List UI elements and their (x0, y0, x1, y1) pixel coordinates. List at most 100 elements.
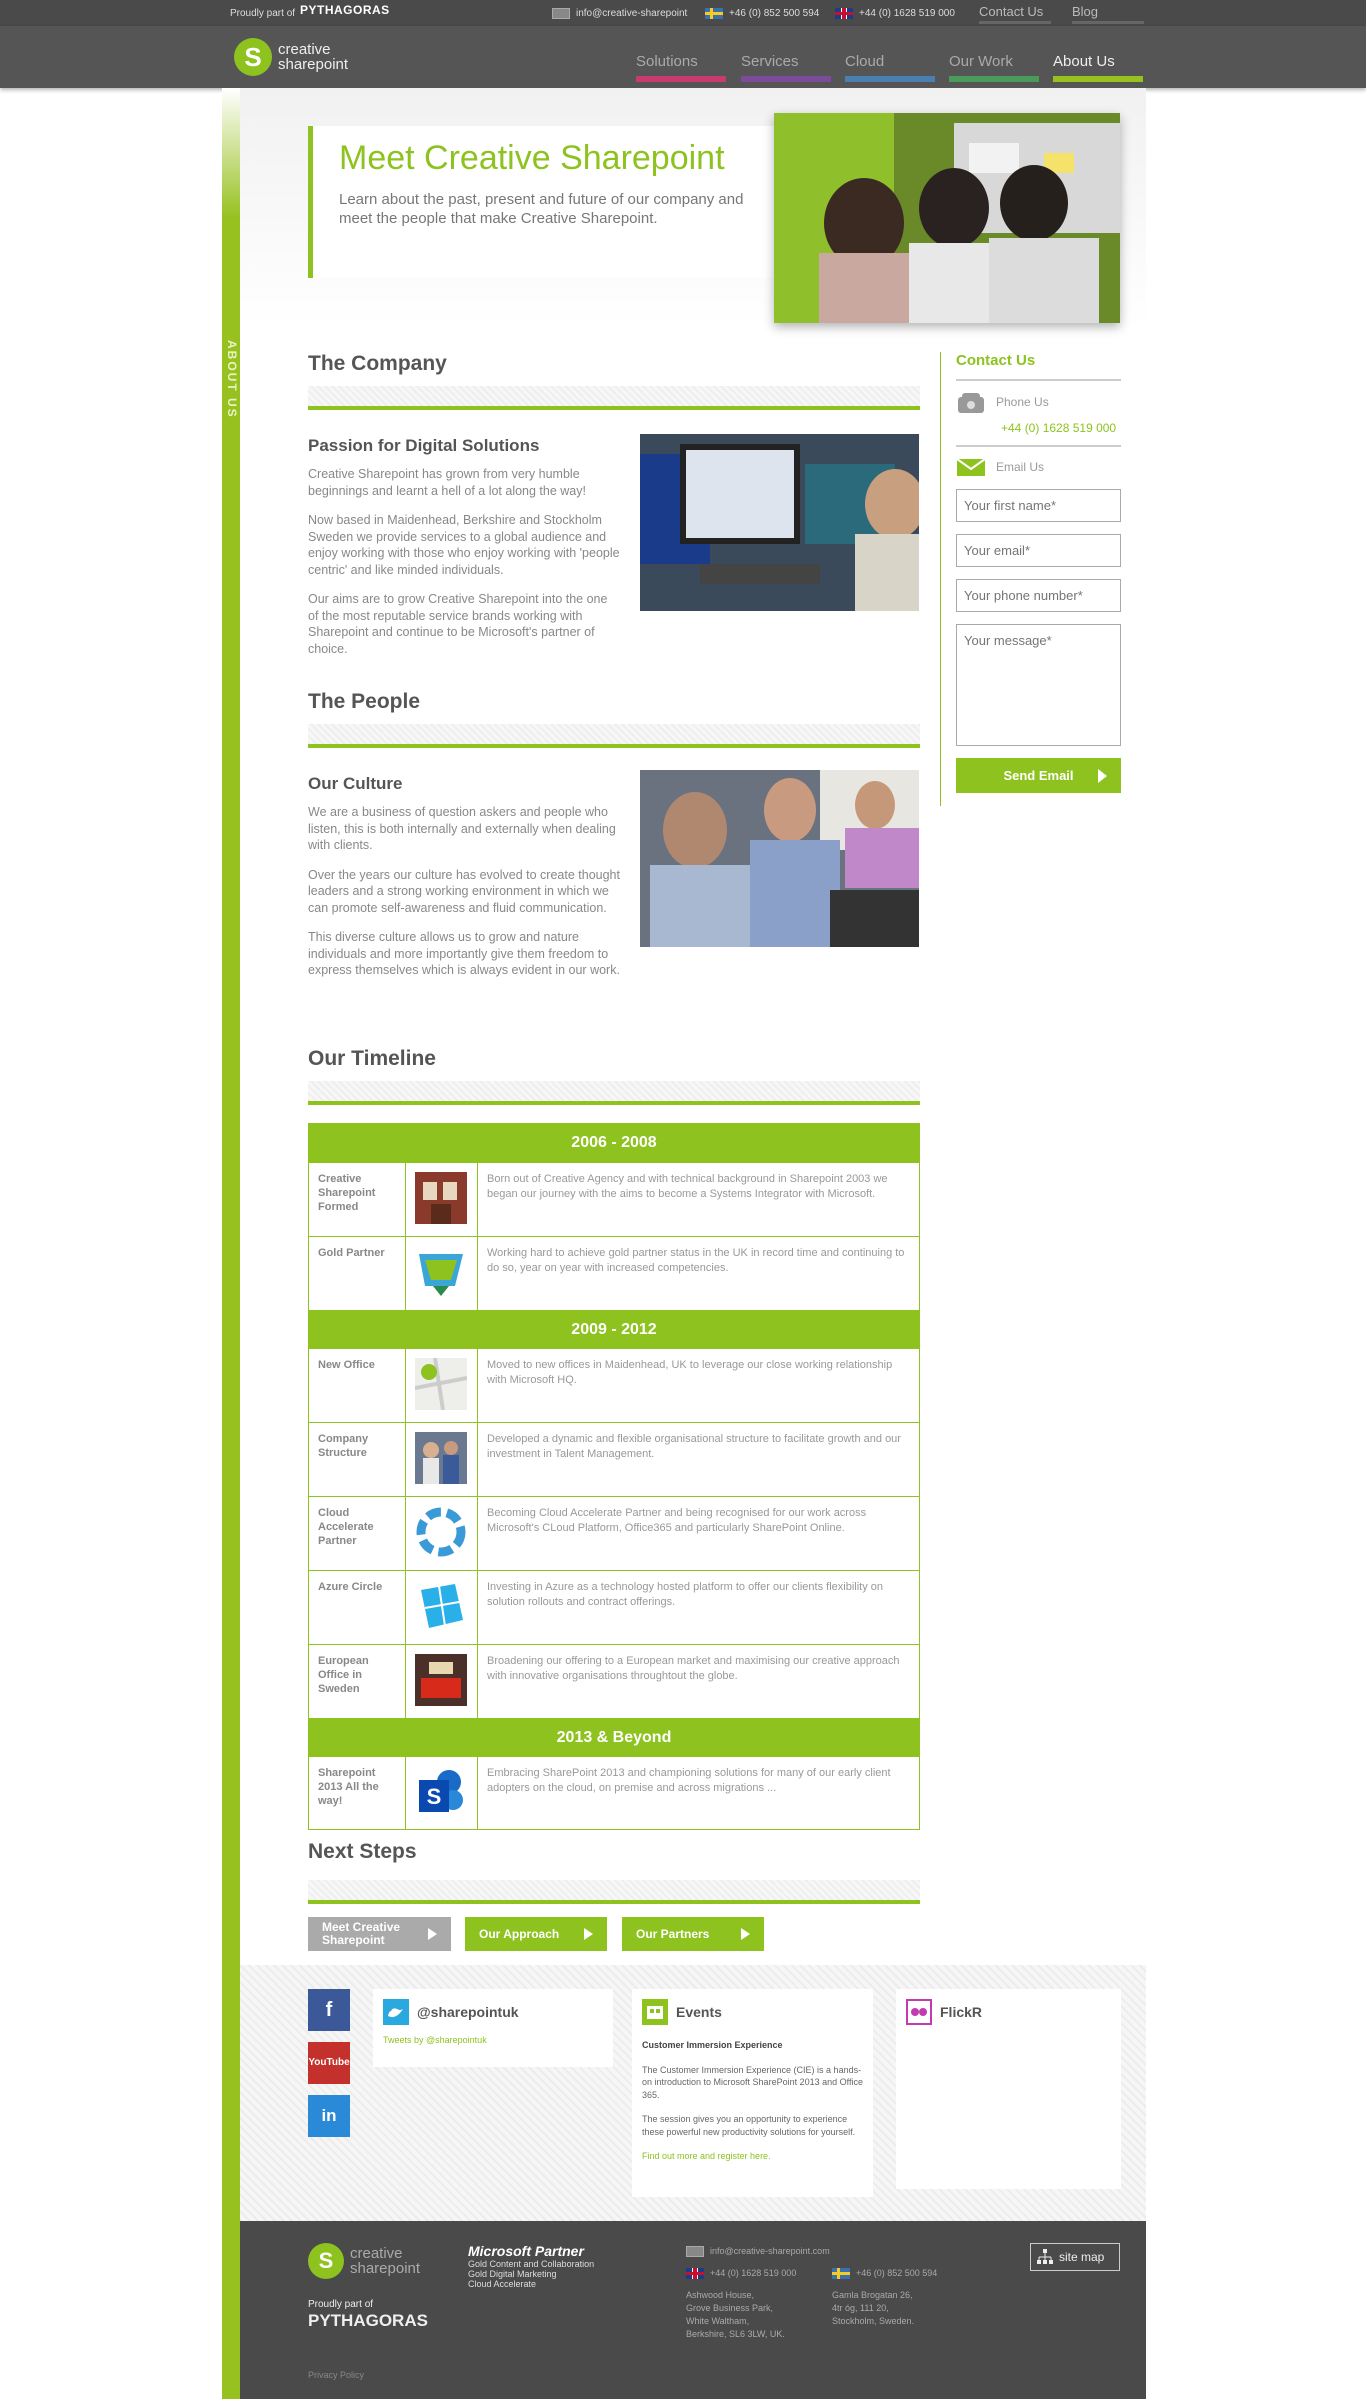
email-row: Email Us (956, 457, 1121, 477)
hero-box: Meet Creative Sharepoint Learn about the… (308, 126, 774, 278)
footer-logo-text: creative sharepoint (350, 2246, 420, 2276)
company-para: Now based in Maidenhead, Berkshire and S… (308, 513, 620, 577)
timeline-rule (308, 1081, 920, 1105)
privacy-policy-link[interactable]: Privacy Policy (308, 2369, 364, 2382)
twitter-handle: @sharepointuk (417, 2004, 519, 2020)
company-para: Creative Sharepoint has grown from very … (308, 467, 586, 498)
footer-pythagoras-logo[interactable]: PYTHAGORAS (308, 2311, 428, 2331)
ms-competency: Cloud Accelerate (468, 2279, 537, 2289)
company-office-photo (640, 434, 919, 611)
nav-solutions[interactable]: Solutions (636, 53, 726, 82)
logo-text: creative sharepoint (278, 42, 348, 72)
timeline-row-label: New Office (309, 1349, 406, 1422)
timeline-row-desc: Working hard to achieve gold partner sta… (487, 1247, 905, 1274)
flickr-title: FlickR (940, 2004, 983, 2020)
gold-partner-icon (415, 1246, 467, 1298)
nav-services[interactable]: Services (741, 53, 831, 82)
hero-photo-illustration (774, 113, 1120, 323)
timeline-row-label: Company Structure (309, 1423, 406, 1496)
footer-phone-se[interactable]: +46 (0) 852 500 594 (832, 2267, 937, 2280)
message-field[interactable] (956, 624, 1121, 746)
sweden-flag-icon (832, 2268, 850, 2279)
meet-creative-sharepoint-button[interactable]: Meet Creative Sharepoint (308, 1917, 451, 1951)
flickr-card-title: FlickR (906, 1999, 1111, 2025)
event-name: Customer Immersion Experience (642, 2040, 783, 2050)
linkedin-icon[interactable]: in (308, 2095, 350, 2137)
email-label: Email Us (996, 460, 1045, 474)
arrow-right-icon (428, 1928, 437, 1940)
timeline-table: 2006 - 2008 Creative Sharepoint Formed B… (308, 1123, 920, 1830)
calendar-icon (642, 1999, 668, 2025)
cloud-accelerate-icon (415, 1506, 467, 1558)
address-line: 4tr óg, 111 20, (832, 2303, 889, 2313)
timeline-row: European Office in Sweden Broadening our… (309, 1644, 919, 1718)
events-title: Events (676, 2003, 722, 2020)
top-phone-se[interactable]: +46 (0) 852 500 594 (705, 8, 819, 19)
timeline-period: 2006 - 2008 (309, 1124, 919, 1162)
microsoft-partner-logo: Microsoft Partner (468, 2243, 584, 2259)
footer-phone-se-text: +46 (0) 852 500 594 (856, 2268, 938, 2278)
top-bar: Proudly part of PYTHAGORAS info@creative… (0, 0, 1366, 26)
timeline-row-desc: Broadening our offering to a European ma… (487, 1655, 900, 1682)
email-field[interactable] (956, 534, 1121, 567)
timeline-period: 2013 & Beyond (309, 1718, 919, 1756)
timeline-row-desc: Embracing SharePoint 2013 and championin… (487, 1767, 891, 1794)
contact-us-link[interactable]: Contact Us (979, 4, 1051, 24)
timeline-row: Cloud Accelerate Partner Becoming Cloud … (309, 1496, 919, 1570)
timeline-row-label: European Office in Sweden (309, 1645, 406, 1718)
youtube-icon[interactable]: YouTube (308, 2042, 350, 2084)
first-name-field[interactable] (956, 489, 1121, 522)
send-email-button[interactable]: Send Email (956, 758, 1121, 793)
contact-sidebar: Contact Us Phone Us +44 (0) 1628 519 000… (940, 352, 1121, 806)
event-register-link[interactable]: Find out more and register here. (642, 2150, 863, 2163)
people-para: Over the years our culture has evolved t… (308, 867, 620, 915)
pythagoras-logo[interactable]: PYTHAGORAS (300, 3, 390, 17)
people-team-photo (640, 770, 919, 947)
logo-s-icon: S (308, 2243, 344, 2279)
nav-about-us[interactable]: About Us (1053, 53, 1143, 82)
timeline-row: Sharepoint 2013 All the way! S Embracing… (309, 1756, 919, 1829)
address-line: Grove Business Park, (686, 2303, 774, 2313)
top-email[interactable]: info@creative-sharepoint (552, 8, 687, 19)
phone-field[interactable] (956, 579, 1121, 612)
logo-line2: sharepoint (278, 56, 349, 73)
tweets-by-link[interactable]: Tweets by @sharepointuk (383, 2035, 603, 2045)
people-title: The People (308, 690, 421, 713)
sharepoint-icon: S (415, 1766, 467, 1818)
footer-email[interactable]: info@creative-sharepoint.com (686, 2245, 830, 2258)
facebook-icon[interactable]: f (308, 1989, 350, 2031)
nav-cloud[interactable]: Cloud (845, 53, 935, 82)
our-partners-button[interactable]: Our Partners (622, 1917, 764, 1951)
footer-logo-line1: creative (350, 2245, 403, 2262)
company-rule (308, 386, 920, 410)
button-label: Meet Creative Sharepoint (322, 1920, 401, 1947)
footer-logo-line2: sharepoint (350, 2260, 421, 2277)
timeline-row: Creative Sharepoint Formed Born out of C… (309, 1162, 919, 1236)
company-title: The Company (308, 352, 447, 375)
contact-divider (956, 445, 1121, 447)
site-map-button[interactable]: site map (1030, 2243, 1120, 2271)
part-of-label: Proudly part of (230, 8, 296, 19)
events-card: Events Customer Immersion Experience The… (632, 1989, 873, 2197)
hero-subtitle: Learn about the past, present and future… (339, 191, 744, 227)
twitter-card-title: @sharepointuk (383, 1999, 603, 2025)
top-phone-uk[interactable]: +44 (0) 1628 519 000 (835, 8, 955, 19)
site-map-label: site map (1059, 2250, 1105, 2264)
twitter-card: @sharepointuk Tweets by @sharepointuk (373, 1989, 613, 2067)
footer-phone-uk[interactable]: +44 (0) 1628 519 000 (686, 2267, 796, 2280)
people-rule (308, 724, 920, 748)
nav-our-work[interactable]: Our Work (949, 53, 1039, 82)
footer-email-text: info@creative-sharepoint.com (710, 2246, 830, 2256)
site-logo[interactable]: S creative sharepoint (234, 38, 348, 76)
button-label: Our Partners (636, 1926, 710, 1941)
site-footer: S creative sharepoint Proudly part of PY… (240, 2221, 1146, 2399)
timeline-row: Azure Circle Investing in Azure as a tec… (309, 1570, 919, 1644)
hero-team-photo (774, 113, 1120, 323)
address-line: Gamla Brogatan 26, (832, 2290, 913, 2300)
blog-link[interactable]: Blog (1072, 4, 1144, 24)
ms-competency: Gold Digital Marketing (468, 2269, 557, 2279)
footer-logo[interactable]: S creative sharepoint (308, 2243, 420, 2279)
contact-phone-number[interactable]: +44 (0) 1628 519 000 (1001, 421, 1121, 435)
our-approach-button[interactable]: Our Approach (465, 1917, 607, 1951)
top-phone-se-text: +46 (0) 852 500 594 (729, 8, 820, 19)
